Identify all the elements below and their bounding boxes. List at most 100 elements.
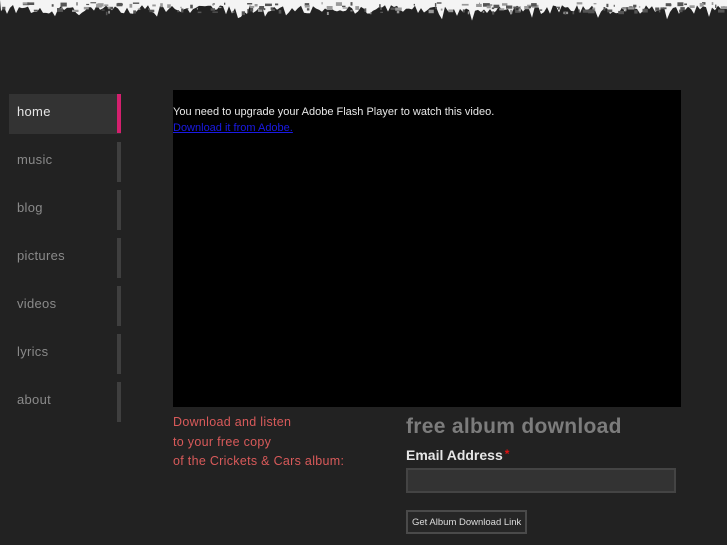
grunge-speck [304, 5, 310, 8]
grunge-speck [350, 2, 353, 6]
grunge-speck [660, 7, 667, 10]
grunge-speck [22, 4, 30, 6]
grunge-speck [380, 11, 383, 13]
grunge-speck [576, 2, 583, 5]
promo-line: of the Crickets & Cars album: [173, 454, 345, 468]
nav-item-videos[interactable]: videos [9, 286, 121, 326]
grunge-speck [516, 11, 521, 13]
nav-item-indicator [117, 382, 121, 422]
grunge-speck [196, 7, 198, 10]
grunge-speck [132, 2, 140, 4]
grunge-speck [107, 7, 111, 9]
grunge-speck [116, 3, 123, 7]
grunge-speck [510, 9, 513, 14]
grunge-speck [306, 8, 310, 11]
album-download-form: free album download Email Address * Get A… [406, 413, 678, 534]
flash-upgrade-message: You need to upgrade your Adobe Flash Pla… [173, 106, 495, 118]
grunge-speck [613, 4, 615, 7]
grunge-speck [395, 7, 402, 11]
nav-item-pictures[interactable]: pictures [9, 238, 121, 278]
grunge-speck [531, 3, 537, 7]
grunge-speck [440, 8, 443, 11]
nav-item-blog[interactable]: blog [9, 190, 121, 230]
grunge-speck [428, 9, 434, 14]
promo-line: to your free copy [173, 434, 272, 449]
grunge-speck [528, 6, 531, 9]
grunge-speck [270, 7, 274, 10]
grunge-speck [633, 4, 637, 8]
grunge-speck [160, 3, 163, 8]
nav-item-home[interactable]: home [9, 94, 121, 134]
email-label-text: Email Address [406, 447, 503, 463]
grunge-speck [350, 10, 353, 12]
grunge-speck [502, 3, 508, 6]
nav-item-indicator [117, 142, 121, 182]
grunge-speck [249, 5, 255, 8]
grunge-speck [486, 5, 491, 9]
grunge-speck [711, 2, 714, 5]
grunge-speck [326, 6, 333, 10]
grunge-speck [197, 11, 202, 14]
main-nav: home music blog pictures videos lyrics a… [9, 94, 121, 430]
grunge-speck [247, 9, 249, 13]
grunge-speck [603, 7, 606, 11]
grunge-speck [539, 9, 543, 11]
grunge-speck [448, 9, 454, 13]
grunge-speck [149, 9, 155, 13]
grunge-speck [665, 3, 671, 7]
grunge-speck [380, 7, 382, 10]
nav-item-about[interactable]: about [9, 382, 121, 422]
grunge-speck [108, 10, 110, 14]
grunge-speck [342, 5, 346, 8]
grunge-speck [177, 10, 180, 13]
grunge-speck [342, 7, 348, 9]
nav-item-label: home [17, 104, 51, 119]
video-player-placeholder: You need to upgrade your Adobe Flash Pla… [173, 90, 681, 407]
grunge-speck [638, 6, 641, 8]
email-field[interactable] [406, 468, 676, 493]
grunge-speck [572, 11, 575, 15]
grunge-speck [254, 4, 258, 7]
nav-item-music[interactable]: music [9, 142, 121, 182]
grunge-speck [101, 3, 103, 6]
grunge-speck [588, 9, 595, 14]
nav-item-indicator [117, 286, 121, 326]
grunge-speck [564, 11, 567, 15]
grunge-speck [278, 9, 282, 14]
grunge-speck [593, 3, 597, 5]
promo-line: Download and listen [173, 415, 292, 429]
grunge-speck [210, 8, 215, 11]
grunge-speck [655, 7, 660, 11]
nav-item-lyrics[interactable]: lyrics [9, 334, 121, 374]
grunge-speck [625, 10, 627, 12]
grunge-speck [634, 10, 638, 14]
download-flash-link[interactable]: Download it from Adobe. [173, 122, 293, 134]
grunge-speck [90, 2, 97, 4]
grunge-speck [247, 3, 253, 5]
grunge-speck [224, 2, 226, 5]
grunge-speck [435, 6, 437, 10]
grunge-speck [33, 9, 38, 12]
grunge-speck [476, 3, 482, 7]
get-download-link-button[interactable]: Get Album Download Link [406, 510, 528, 534]
grunge-speck [76, 2, 78, 6]
grunge-speck [462, 9, 465, 13]
grunge-speck [513, 6, 519, 9]
nav-item-indicator [117, 238, 121, 278]
grunge-speck [518, 6, 521, 8]
grunge-speck [680, 7, 685, 11]
nav-item-label: blog [17, 200, 43, 215]
grunge-speck [96, 3, 102, 8]
grunge-speck [180, 6, 182, 9]
grunge-speck [105, 11, 108, 16]
grunge-speck [60, 2, 67, 7]
required-marker: * [504, 447, 510, 461]
grunge-speck [335, 2, 342, 6]
grunge-speck [259, 6, 265, 10]
grunge-speck [232, 11, 235, 13]
grunge-speck [186, 8, 189, 10]
grunge-header-decoration [0, 0, 727, 28]
grunge-speck [83, 6, 89, 10]
nav-item-label: videos [17, 296, 57, 311]
grunge-speck [461, 3, 469, 6]
